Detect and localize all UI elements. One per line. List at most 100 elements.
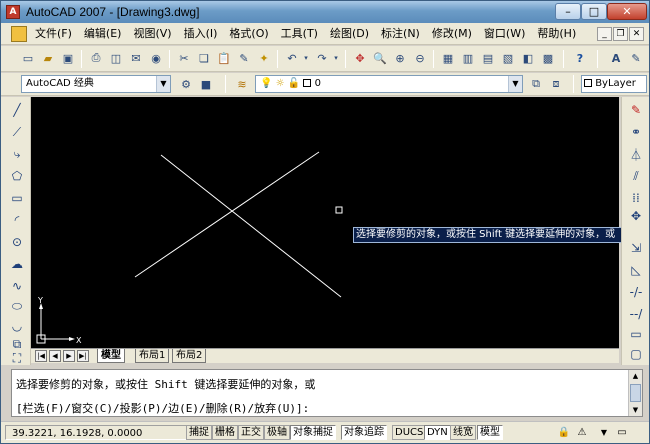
- polyline-icon[interactable]: ⤷: [8, 145, 26, 163]
- maximize-button[interactable]: □: [581, 3, 607, 20]
- close-button[interactable]: ✕: [607, 3, 647, 20]
- lineweight-toggle[interactable]: 线宽: [450, 425, 476, 440]
- ducs-toggle[interactable]: DUCS: [392, 425, 427, 440]
- menu-view[interactable]: 视图(V): [127, 23, 177, 45]
- array-icon[interactable]: ⁞⁞: [627, 189, 645, 207]
- title-bar[interactable]: A AutoCAD 2007 - [Drawing3.dwg] – □ ✕: [1, 1, 649, 23]
- 3d-dwf-icon[interactable]: ◉: [147, 49, 165, 67]
- ortho-toggle[interactable]: 正交: [238, 425, 264, 440]
- save-workspace-icon[interactable]: ■: [197, 75, 215, 93]
- cut-icon[interactable]: ✂: [175, 49, 193, 67]
- command-prompt[interactable]: [栏选(F)/窗交(C)/投影(P)/边(E)/删除(R)/放弃(U)]:: [16, 400, 309, 416]
- rectangle-icon[interactable]: ▭: [8, 189, 26, 207]
- model-toggle[interactable]: 模型: [477, 425, 503, 440]
- mirror-icon[interactable]: ⏃: [627, 145, 645, 163]
- menu-modify[interactable]: 修改(M): [426, 23, 478, 45]
- help-icon[interactable]: ?: [571, 49, 589, 67]
- doc-close-button[interactable]: ✕: [629, 27, 644, 41]
- trim-icon[interactable]: ◺: [627, 261, 645, 279]
- construction-line-icon[interactable]: ⟋: [8, 123, 26, 141]
- workspace-settings-icon[interactable]: ⚙: [177, 75, 195, 93]
- drawing-area[interactable]: Y X: [31, 97, 619, 348]
- command-scrollbar[interactable]: ▲ ▼: [628, 370, 642, 416]
- circle-icon[interactable]: ⊙: [8, 233, 26, 251]
- minimize-button[interactable]: –: [555, 3, 581, 20]
- extend-icon[interactable]: -/-: [627, 283, 645, 301]
- layer-select[interactable]: 💡 ☼ 🔓 0 ▼: [255, 75, 523, 93]
- match-properties-icon[interactable]: ✎: [235, 49, 253, 67]
- publish-icon[interactable]: ✉: [127, 49, 145, 67]
- dyn-toggle[interactable]: DYN: [424, 425, 451, 440]
- coordinate-readout[interactable]: 39.3221, 16.1928, 0.0000: [5, 425, 205, 440]
- revision-cloud-icon[interactable]: ☁: [8, 255, 26, 273]
- markup-set-manager-icon[interactable]: ◧: [519, 49, 537, 67]
- workspace-select[interactable]: AutoCAD 经典 ▼: [21, 75, 171, 93]
- ellipse-arc-icon[interactable]: ◡: [8, 317, 26, 335]
- break-icon[interactable]: --/: [627, 305, 645, 323]
- menu-tools[interactable]: 工具(T): [275, 23, 324, 45]
- clean-screen-icon[interactable]: ▭: [615, 425, 629, 439]
- stretch-icon[interactable]: ⇲: [627, 239, 645, 257]
- make-object-layer-current-icon[interactable]: ⧉: [527, 75, 545, 93]
- command-window[interactable]: 选择要修剪的对象，或按住 Shift 键选择要延伸的对象，或 [栏选(F)/窗交…: [11, 369, 643, 417]
- doc-restore-button[interactable]: ❐: [613, 27, 628, 41]
- tab-layout2[interactable]: 布局2: [172, 349, 207, 363]
- sheet-set-manager-icon[interactable]: ▧: [499, 49, 517, 67]
- tab-layout1[interactable]: 布局1: [135, 349, 170, 363]
- pan-realtime-icon[interactable]: ✥: [351, 49, 369, 67]
- osnap-toggle[interactable]: 对象捕捉: [290, 425, 336, 440]
- zoom-realtime-icon[interactable]: 🔍: [371, 49, 389, 67]
- print-icon[interactable]: ⎙: [87, 49, 105, 67]
- menu-insert[interactable]: 插入(I): [178, 23, 224, 45]
- scroll-thumb[interactable]: [630, 384, 641, 402]
- tab-model[interactable]: 模型: [97, 349, 125, 363]
- quickcalc-icon[interactable]: ▩: [539, 49, 557, 67]
- undo-dropdown-icon[interactable]: ▾: [301, 49, 311, 67]
- tool-palettes-icon[interactable]: ▤: [479, 49, 497, 67]
- menu-file[interactable]: 文件(F): [29, 23, 78, 45]
- prev-tab-icon[interactable]: ◀: [49, 350, 61, 362]
- text-style-icon[interactable]: A: [607, 49, 625, 67]
- redo-icon[interactable]: ↷: [313, 49, 331, 67]
- save-icon[interactable]: ▣: [59, 49, 77, 67]
- menu-help[interactable]: 帮助(H): [531, 23, 582, 45]
- design-center-icon[interactable]: ▥: [459, 49, 477, 67]
- first-tab-icon[interactable]: |◀: [35, 350, 47, 362]
- autocad-icon[interactable]: A: [6, 5, 20, 19]
- properties-icon[interactable]: ▦: [439, 49, 457, 67]
- grid-toggle[interactable]: 栅格: [212, 425, 238, 440]
- layer-previous-icon[interactable]: ⧈: [547, 75, 565, 93]
- menu-window[interactable]: 窗口(W): [478, 23, 531, 45]
- move-icon[interactable]: ✥: [627, 207, 645, 225]
- undo-icon[interactable]: ↶: [283, 49, 301, 67]
- make-block-icon[interactable]: ⛶: [8, 351, 26, 365]
- offset-icon[interactable]: ⫽: [627, 167, 645, 185]
- zoom-window-icon[interactable]: ⊕: [391, 49, 409, 67]
- menu-draw[interactable]: 绘图(D): [324, 23, 375, 45]
- color-control-select[interactable]: ByLayer: [581, 75, 647, 93]
- polygon-icon[interactable]: ⬠: [8, 167, 26, 185]
- print-preview-icon[interactable]: ◫: [107, 49, 125, 67]
- menu-format[interactable]: 格式(O): [223, 23, 274, 45]
- next-tab-icon[interactable]: ▶: [63, 350, 75, 362]
- polar-toggle[interactable]: 极轴: [264, 425, 290, 440]
- ellipse-icon[interactable]: ⬭: [8, 297, 26, 315]
- copy-object-icon[interactable]: ⚭: [627, 123, 645, 141]
- erase-icon[interactable]: ✎: [627, 101, 645, 119]
- chamfer-icon[interactable]: ▭: [627, 325, 645, 343]
- dimension-style-icon[interactable]: ✎: [627, 49, 645, 67]
- layer-properties-icon[interactable]: ≋: [233, 75, 251, 93]
- zoom-previous-icon[interactable]: ⊖: [411, 49, 429, 67]
- snap-toggle[interactable]: 捕捉: [186, 425, 212, 440]
- spline-icon[interactable]: ∿: [8, 277, 26, 295]
- status-menu-icon[interactable]: ▼: [597, 425, 611, 439]
- arc-icon[interactable]: ◜: [8, 211, 26, 229]
- last-tab-icon[interactable]: ▶|: [77, 350, 89, 362]
- paste-icon[interactable]: 📋: [215, 49, 233, 67]
- open-icon[interactable]: ▰: [39, 49, 57, 67]
- annotation-icon[interactable]: ⚠: [575, 425, 589, 439]
- drawn-line[interactable]: [160, 154, 342, 298]
- copy-icon[interactable]: ❏: [195, 49, 213, 67]
- scroll-down-icon[interactable]: ▼: [629, 404, 642, 416]
- redo-dropdown-icon[interactable]: ▾: [331, 49, 341, 67]
